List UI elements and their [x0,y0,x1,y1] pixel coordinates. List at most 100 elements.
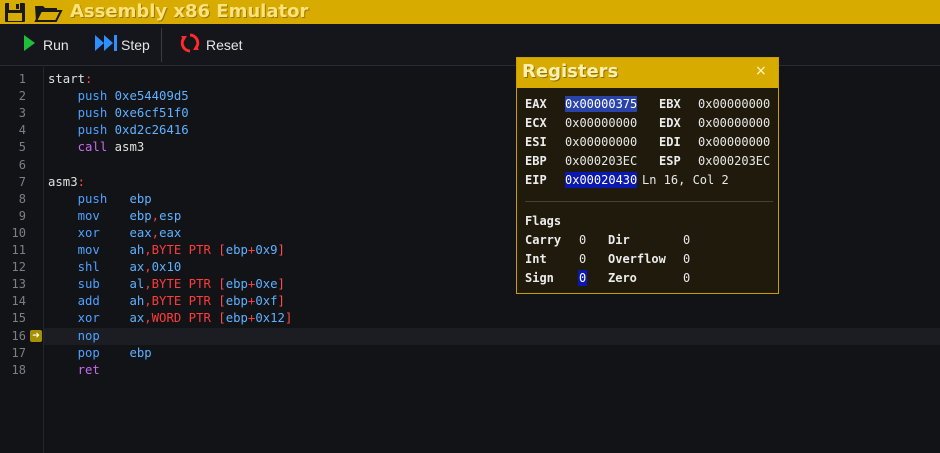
play-icon [22,34,36,56]
code-token: ah [129,243,145,257]
code-line[interactable]: xor ax,WORD PTR [ebp+0x12] [48,310,293,327]
code-token: mov [48,243,130,257]
code-token: ,BYTE PTR [144,294,219,309]
close-icon[interactable]: × [755,63,767,79]
register-value-ebp: 0x000203EC [565,154,638,168]
code-line[interactable]: push 0xe54409d5 [48,88,189,105]
code-token: asm3 [48,174,78,189]
register-value-edx: 0x00000000 [698,116,771,130]
code-token: ebp [225,243,248,257]
code-line[interactable]: push 0xe6cf51f0 [48,105,189,122]
code-line[interactable]: asm3: [48,174,85,191]
reset-button[interactable]: Reset [179,33,243,57]
line-number: 12 [11,260,26,275]
code-token: push [48,89,115,104]
flag-value-zero: 0 [683,271,691,285]
code-token: call [48,140,115,155]
line-number: 5 [18,140,26,155]
reset-icon [179,32,201,58]
code-token: ax [129,311,145,326]
code-token: ebp [225,294,248,309]
register-value-eip: 0x00020430 [565,172,638,188]
flag-name: Int [525,252,547,266]
flag-value-sign: 0 [578,270,588,286]
step-button[interactable]: Step [94,33,150,57]
code-token: , [144,260,152,275]
line-number-gutter: 1 2 3 4 5 6 7 8 9 10 11 12 13 14 15 16 17 18 [0,67,44,453]
code-token: ,WORD PTR [144,311,219,326]
code-line[interactable]: sub al,BYTE PTR [ebp+0xe] [48,276,285,293]
line-number: 13 [11,277,26,292]
registers-panel-header[interactable]: Registers × [517,58,778,88]
code-line[interactable]: start: [48,71,92,88]
register-name: EAX [525,97,547,111]
flag-name: Sign [525,271,554,285]
toolbar-divider [161,28,162,62]
flag-value-carry: 0 [579,233,587,247]
code-line[interactable]: ret [48,362,100,379]
code-token: , [151,208,160,223]
register-name: EBP [525,154,547,168]
code-token: ax [129,260,145,275]
code-token: push [48,106,115,121]
code-line[interactable]: nop [48,328,100,345]
code-line[interactable]: xor eax,eax [48,225,182,242]
panel-divider [525,201,773,202]
register-value-esp: 0x000203EC [698,154,771,168]
save-icon[interactable] [2,1,32,23]
code-line[interactable]: call asm3 [48,139,145,156]
code-token: : [85,72,93,86]
code-token: ebp [225,311,248,326]
code-token: ] [277,294,285,309]
register-name: EDI [659,135,681,149]
code-token: start [48,72,86,86]
code-token: ,BYTE PTR [144,243,219,257]
flag-value-int: 0 [579,252,587,266]
registers-panel-title: Registers [522,61,619,82]
open-folder-icon[interactable] [33,1,63,23]
run-button[interactable]: Run [22,33,69,57]
register-name: EIP [525,173,547,187]
code-line[interactable]: push ebp [48,191,152,208]
step-button-label: Step [121,37,150,53]
line-number: 9 [18,208,26,223]
code-line[interactable]: pop ebp [48,345,152,362]
register-value-eax: 0x00000375 [565,96,638,112]
code-editor[interactable]: start: push 0xe54409d5 push 0xe6cf51f0 p… [44,67,940,453]
code-token: ebp [129,345,152,360]
code-token: [ [218,277,226,292]
code-line[interactable]: shl ax,0x10 [48,259,182,276]
code-token: [ [218,311,226,326]
code-token: ] [277,243,285,257]
code-token: ebp [225,277,248,292]
code-token: : [77,174,86,189]
register-name: ECX [525,116,547,130]
reset-button-label: Reset [206,37,243,53]
cursor-position-status: Ln 16, Col 2 [642,173,729,187]
code-line[interactable]: mov ebp,esp [48,208,182,225]
code-token: ebp [129,191,152,206]
code-line[interactable]: add ah,BYTE PTR [ebp+0xf] [48,293,285,310]
code-token: esp [159,208,182,223]
line-number: 15 [11,311,26,326]
line-number: 7 [18,174,26,189]
line-number: 3 [18,106,26,121]
register-name: ESP [659,154,681,168]
code-token: ret [48,362,100,377]
line-number: 11 [11,243,26,257]
code-token: xor [48,311,130,326]
line-number: 10 [11,225,26,240]
code-token: xor [48,225,130,240]
code-token: eax [159,225,182,240]
line-number: 17 [11,345,26,360]
run-button-label: Run [43,37,69,53]
code-token: shl [48,260,130,275]
code-line[interactable]: push 0xd2c26416 [48,122,189,139]
current-instruction-arrow-icon: ➔ [30,329,42,342]
code-token: pop [48,345,130,360]
code-line[interactable]: mov ah,BYTE PTR [ebp+0x9] [48,242,285,259]
code-token: 0xf [255,294,278,309]
code-token: al [129,277,145,292]
line-number: 2 [18,89,26,104]
code-token: 0xe54409d5 [114,89,189,104]
